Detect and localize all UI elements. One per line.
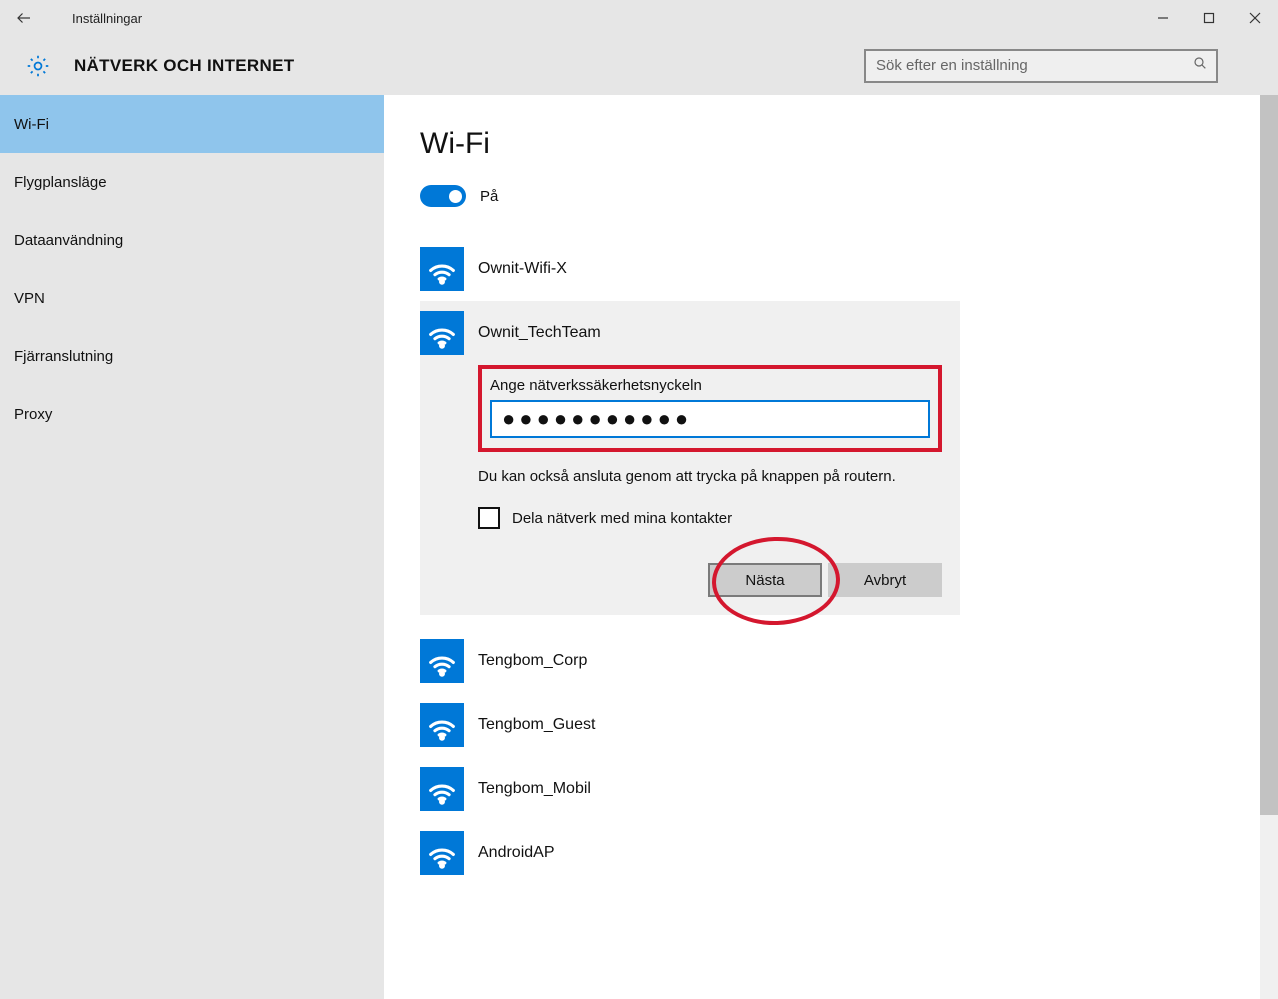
wifi-network-item[interactable]: Ownit-Wifi-X (420, 237, 960, 301)
sidebar-item-label: Flygplansläge (14, 174, 107, 191)
wifi-network-item[interactable]: AndroidAP (420, 821, 960, 885)
category-title: NÄTVERK OCH INTERNET (74, 56, 294, 76)
next-button-label: Nästa (745, 572, 784, 589)
wifi-icon (420, 831, 464, 875)
maximize-button[interactable] (1186, 0, 1232, 36)
wifi-network-item[interactable]: Tengbom_Corp (420, 629, 960, 693)
sidebar-item-label: Proxy (14, 406, 52, 423)
sidebar-item-airplane[interactable]: Flygplansläge (0, 153, 384, 211)
wifi-icon (420, 703, 464, 747)
sidebar: Wi-Fi Flygplansläge Dataanvändning VPN F… (0, 95, 384, 999)
wifi-icon (420, 311, 464, 355)
wifi-network-name: Tengbom_Corp (478, 652, 587, 670)
close-button[interactable] (1232, 0, 1278, 36)
sidebar-item-remote[interactable]: Fjärranslutning (0, 327, 384, 385)
search-input[interactable] (876, 57, 1192, 74)
sidebar-item-label: VPN (14, 290, 45, 307)
wifi-network-name: Tengbom_Guest (478, 716, 595, 734)
page-title: Wi-Fi (420, 127, 1204, 161)
security-key-input[interactable] (490, 400, 930, 438)
minimize-button[interactable] (1140, 0, 1186, 36)
wifi-network-item[interactable]: Tengbom_Mobil (420, 757, 960, 821)
next-button[interactable]: Nästa (708, 563, 822, 597)
search-box[interactable] (864, 49, 1218, 83)
wifi-network-name: AndroidAP (478, 844, 555, 862)
back-button[interactable] (0, 0, 48, 36)
sidebar-item-label: Fjärranslutning (14, 348, 113, 365)
wifi-icon (420, 639, 464, 683)
wifi-icon (420, 767, 464, 811)
sidebar-item-wifi[interactable]: Wi-Fi (0, 95, 384, 153)
annotation-security-key-highlight: Ange nätverkssäkerhetsnyckeln (478, 365, 942, 452)
wifi-network-name: Tengbom_Mobil (478, 780, 591, 798)
wifi-icon (420, 247, 464, 291)
wifi-toggle-label: På (480, 188, 498, 205)
security-key-label: Ange nätverkssäkerhetsnyckeln (490, 377, 930, 394)
wifi-toggle[interactable] (420, 185, 466, 207)
wifi-network-item[interactable]: Tengbom_Guest (420, 693, 960, 757)
titlebar: Inställningar (0, 0, 1278, 36)
wifi-connect-panel: Ownit_TechTeam Ange nätverkssäkerhetsnyc… (420, 301, 960, 615)
sidebar-item-label: Wi-Fi (14, 116, 49, 133)
share-checkbox-label: Dela nätverk med mina kontakter (512, 510, 732, 527)
window-title: Inställningar (48, 11, 142, 26)
sidebar-item-datausage[interactable]: Dataanvändning (0, 211, 384, 269)
wps-hint: Du kan också ansluta genom att trycka på… (478, 466, 908, 487)
settings-gear-icon[interactable] (22, 50, 54, 82)
cancel-button-label: Avbryt (864, 572, 906, 589)
wifi-network-name: Ownit-Wifi-X (478, 260, 567, 278)
sidebar-item-vpn[interactable]: VPN (0, 269, 384, 327)
search-icon (1192, 55, 1208, 76)
scrollbar-thumb[interactable] (1260, 95, 1278, 815)
share-checkbox[interactable] (478, 507, 500, 529)
header: NÄTVERK OCH INTERNET (0, 36, 1278, 95)
sidebar-item-proxy[interactable]: Proxy (0, 385, 384, 443)
wifi-network-name: Ownit_TechTeam (478, 324, 601, 342)
main-pane: Wi-Fi På Ownit-Wifi-X Ownit_TechTeam (384, 95, 1278, 999)
cancel-button[interactable]: Avbryt (828, 563, 942, 597)
sidebar-item-label: Dataanvändning (14, 232, 123, 249)
